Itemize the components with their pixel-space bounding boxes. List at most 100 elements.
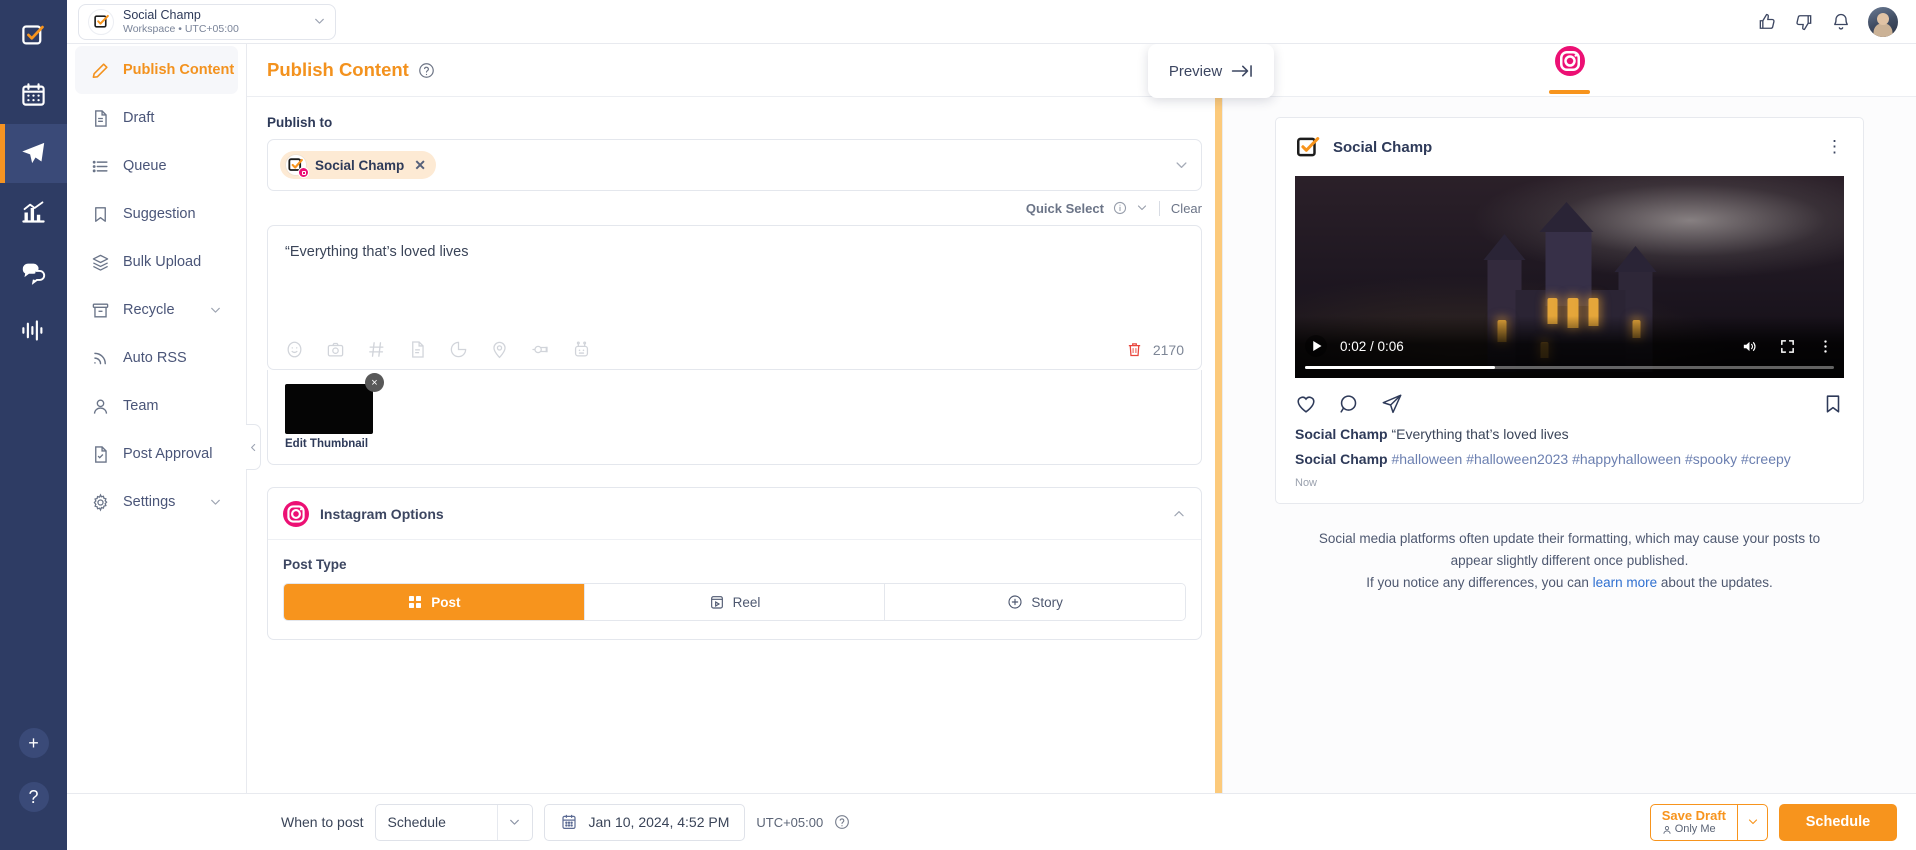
robot-icon[interactable] xyxy=(572,340,591,359)
save-draft-main[interactable]: Save Draft Only Me xyxy=(1651,805,1737,840)
location-pin-icon[interactable] xyxy=(490,340,509,359)
collapse-panel-handle[interactable] xyxy=(246,424,261,470)
workspace-selector[interactable]: Social Champ Workspace • UTC+05:00 xyxy=(78,4,336,40)
help-circle-icon[interactable] xyxy=(834,814,850,830)
rail-item-publish[interactable] xyxy=(0,124,67,183)
learn-more-link[interactable]: learn more xyxy=(1593,575,1658,590)
schedule-button[interactable]: Schedule xyxy=(1779,804,1897,841)
chevron-down-icon[interactable] xyxy=(498,816,532,829)
panel-accent-bar xyxy=(1215,44,1222,850)
thumbs-up-icon[interactable] xyxy=(1757,12,1777,32)
volume-icon[interactable] xyxy=(1741,338,1758,355)
content-editor[interactable]: “Everything that’s loved lives xyxy=(267,225,1202,370)
plug-icon[interactable] xyxy=(531,340,550,359)
preview-tab-instagram[interactable] xyxy=(1549,46,1590,94)
bookmark-icon[interactable] xyxy=(1822,393,1844,415)
save-draft-button[interactable]: Save Draft Only Me xyxy=(1650,804,1768,841)
rail-item-calendar[interactable] xyxy=(0,65,67,124)
sidebar-item-suggestion[interactable]: Suggestion xyxy=(75,190,238,238)
disclaimer-line-3-post: about the updates. xyxy=(1657,575,1773,590)
help-button[interactable]: ? xyxy=(19,782,49,812)
heart-icon[interactable] xyxy=(1295,393,1317,415)
kebab-menu-icon[interactable]: ⋮ xyxy=(1826,137,1844,157)
thumbnail-image[interactable] xyxy=(285,384,373,434)
rail-item-analytics[interactable] xyxy=(0,183,67,242)
disclaimer-line-1: Social media platforms often update thei… xyxy=(1319,531,1805,546)
kebab-menu-icon[interactable] xyxy=(1817,338,1834,355)
document-icon[interactable] xyxy=(408,340,427,359)
account-tag-label: Social Champ xyxy=(315,158,404,173)
active-tab-underline xyxy=(1549,90,1590,94)
chevron-down-icon[interactable] xyxy=(1174,158,1189,173)
video-progress-fill xyxy=(1305,366,1495,369)
date-time-picker[interactable]: Jan 10, 2024, 4:52 PM xyxy=(544,804,746,841)
schedule-mode-value: Schedule xyxy=(388,814,446,830)
help-circle-icon[interactable] xyxy=(418,62,435,79)
remove-account-icon[interactable]: ✕ xyxy=(414,157,426,174)
chevron-down-icon[interactable] xyxy=(209,496,222,509)
hashtags[interactable]: #halloween #halloween2023 #happyhallowee… xyxy=(1391,451,1790,467)
instagram-options-title: Instagram Options xyxy=(320,506,444,522)
post-type-post[interactable]: Post xyxy=(284,584,585,620)
editor-textarea[interactable]: “Everything that’s loved lives xyxy=(268,226,1201,332)
app-root: + ? Publish Content Draft Queue Suggesti… xyxy=(0,0,1916,850)
sidebar-nav: Publish Content Draft Queue Suggestion B… xyxy=(67,0,247,850)
edit-thumbnail-label[interactable]: Edit Thumbnail xyxy=(285,438,373,450)
sidebar-label-bulk-upload: Bulk Upload xyxy=(123,254,201,270)
date-time-value: Jan 10, 2024, 4:52 PM xyxy=(589,814,730,830)
schedule-mode-select[interactable]: Schedule xyxy=(375,804,533,841)
composer-panel: Publish Content Publish to Social Champ … xyxy=(247,44,1223,850)
fullscreen-icon[interactable] xyxy=(1779,338,1796,355)
hashtag-icon[interactable] xyxy=(367,340,386,359)
rail-item-monitor[interactable] xyxy=(0,301,67,360)
chevron-down-icon[interactable] xyxy=(209,304,222,317)
save-draft-dropdown[interactable] xyxy=(1737,805,1767,840)
sidebar-label-team: Team xyxy=(123,398,158,414)
instagram-options-header[interactable]: Instagram Options xyxy=(268,488,1201,540)
thumbs-down-icon[interactable] xyxy=(1794,12,1814,32)
play-icon[interactable] xyxy=(1305,335,1327,357)
comment-icon[interactable] xyxy=(1338,393,1360,415)
info-circle-icon[interactable] xyxy=(1113,201,1127,215)
user-avatar[interactable] xyxy=(1868,7,1898,37)
chevron-down-icon[interactable] xyxy=(313,15,326,28)
publish-to-label: Publish to xyxy=(267,115,1202,130)
chevron-down-icon[interactable] xyxy=(1136,202,1148,214)
delete-icon[interactable] xyxy=(1126,341,1143,358)
post-video[interactable]: 0:02 / 0:06 xyxy=(1295,176,1844,378)
sidebar-item-post-approval[interactable]: Post Approval xyxy=(75,430,238,478)
sidebar-item-queue[interactable]: Queue xyxy=(75,142,238,190)
post-type-reel[interactable]: Reel xyxy=(585,584,886,620)
camera-icon[interactable] xyxy=(326,340,345,359)
sidebar-item-draft[interactable]: Draft xyxy=(75,94,238,142)
sidebar-item-publish-content[interactable]: Publish Content xyxy=(75,46,238,94)
publish-to-field[interactable]: Social Champ ✕ xyxy=(267,139,1202,191)
rail-item-engage[interactable] xyxy=(0,242,67,301)
chevron-up-icon[interactable] xyxy=(1172,507,1186,521)
collapse-right-icon xyxy=(1231,64,1253,78)
thumbnail-card[interactable]: × Edit Thumbnail xyxy=(285,384,373,450)
sidebar-item-team[interactable]: Team xyxy=(75,382,238,430)
video-progress-bar[interactable] xyxy=(1305,366,1834,369)
share-icon[interactable] xyxy=(1381,393,1403,415)
notification-bell-icon[interactable] xyxy=(1831,12,1851,32)
sidebar-item-auto-rss[interactable]: Auto RSS xyxy=(75,334,238,382)
video-time: 0:02 / 0:06 xyxy=(1340,339,1404,354)
emoji-icon[interactable] xyxy=(285,340,304,359)
account-tag[interactable]: Social Champ ✕ xyxy=(280,151,436,179)
sidebar-item-settings[interactable]: Settings xyxy=(75,478,238,526)
pie-chart-icon[interactable] xyxy=(449,340,468,359)
quick-select-label[interactable]: Quick Select xyxy=(1026,201,1104,216)
remove-thumbnail-icon[interactable]: × xyxy=(365,373,384,392)
rail-item-logo[interactable] xyxy=(0,6,67,65)
post-action-bar xyxy=(1276,378,1863,424)
add-button[interactable]: + xyxy=(19,728,49,758)
post-type-story[interactable]: Story xyxy=(885,584,1185,620)
sidebar-item-recycle[interactable]: Recycle xyxy=(75,286,238,334)
sidebar-item-bulk-upload[interactable]: Bulk Upload xyxy=(75,238,238,286)
preview-toggle-button[interactable]: Preview xyxy=(1148,44,1274,98)
instagram-post-preview: Social Champ ⋮ xyxy=(1275,117,1864,504)
composer-scroll: Publish to Social Champ ✕ xyxy=(247,97,1222,850)
post-hashtags-line: Social Champ #halloween #halloween2023 #… xyxy=(1276,449,1863,474)
clear-button[interactable]: Clear xyxy=(1171,201,1202,216)
